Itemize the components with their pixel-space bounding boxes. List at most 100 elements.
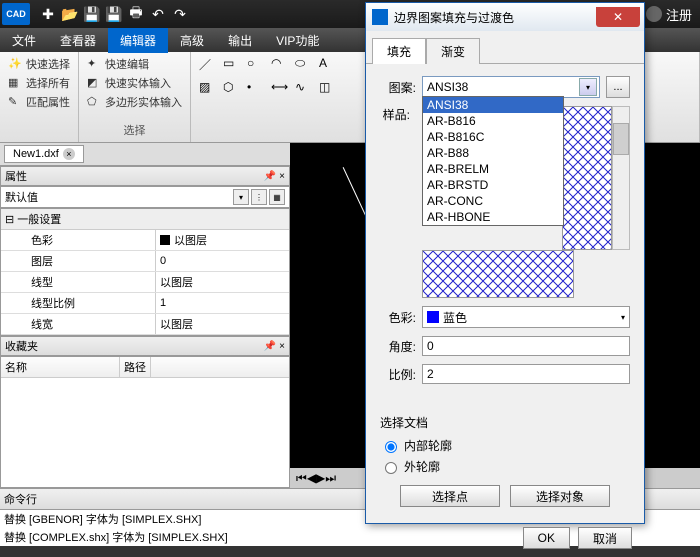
- radio-outer-input[interactable]: [385, 462, 397, 474]
- doc-group-title: 选择文档: [380, 414, 630, 431]
- tab-nav-prev-icon[interactable]: ◀: [307, 471, 316, 485]
- spline-icon[interactable]: ∿: [295, 80, 313, 98]
- color-value: 蓝色: [443, 309, 467, 326]
- color-label: 色彩:: [380, 309, 416, 326]
- tab-nav-last-icon[interactable]: ⏭: [325, 471, 336, 486]
- close-button[interactable]: ✕: [596, 7, 640, 27]
- dialog-footer: OK 取消: [366, 519, 644, 557]
- new-icon[interactable]: ✚: [38, 4, 58, 24]
- pattern-value: ANSI38: [427, 80, 468, 94]
- line-icon[interactable]: ／: [199, 56, 217, 74]
- more-icon[interactable]: ▦: [269, 189, 285, 205]
- quick-edit-btn[interactable]: ✦快速编辑: [87, 56, 182, 72]
- combo-option[interactable]: ANSI38: [423, 97, 563, 113]
- scale-label: 比例:: [380, 366, 416, 383]
- filter-icon[interactable]: ⋮: [251, 189, 267, 205]
- fav-columns: 名称 路径: [1, 357, 289, 378]
- saveas-icon[interactable]: 💾: [104, 4, 124, 24]
- menu-viewer[interactable]: 查看器: [48, 28, 108, 53]
- fav-col-path[interactable]: 路径: [120, 357, 151, 377]
- props-section[interactable]: ⊟ 一般设置: [1, 209, 289, 230]
- rect-icon[interactable]: ▭: [223, 56, 241, 74]
- menu-advanced[interactable]: 高级: [168, 28, 216, 53]
- dialog-body: 图案: ANSI38 ▾ ANSI38 AR-B816 AR-B816C AR-…: [366, 64, 644, 519]
- radio-inner-input[interactable]: [385, 441, 397, 453]
- cancel-button[interactable]: 取消: [578, 527, 632, 549]
- quick-access-toolbar: ✚ 📂 💾 💾 🖶 ↶ ↷: [38, 4, 190, 24]
- user-icon: [646, 6, 662, 22]
- prop-row[interactable]: 图层0: [1, 251, 289, 272]
- menu-file[interactable]: 文件: [0, 28, 48, 53]
- menu-output[interactable]: 输出: [216, 28, 264, 53]
- combo-option[interactable]: AR-BRSTD: [423, 177, 563, 193]
- chevron-down-icon[interactable]: ▾: [233, 189, 249, 205]
- combo-option[interactable]: AR-BRELM: [423, 161, 563, 177]
- preview-scrollbar[interactable]: [612, 106, 630, 250]
- save-icon[interactable]: 💾: [82, 4, 102, 24]
- scale-input[interactable]: [422, 364, 630, 384]
- open-icon[interactable]: 📂: [60, 4, 80, 24]
- pattern-combo[interactable]: ANSI38 ▾ ANSI38 AR-B816 AR-B816C AR-B88 …: [422, 76, 600, 98]
- chevron-down-icon[interactable]: ▾: [579, 78, 597, 96]
- ok-button[interactable]: OK: [523, 527, 570, 549]
- props-grid: ⊟ 一般设置 色彩以图层 图层0 线型以图层 线型比例1 线宽以图层: [0, 208, 290, 336]
- chevron-down-icon[interactable]: ▾: [621, 313, 625, 322]
- point-icon[interactable]: •: [247, 80, 265, 98]
- hatch-icon[interactable]: ▨: [199, 80, 217, 98]
- radio-outer[interactable]: 外轮廓: [380, 458, 630, 475]
- select-all-btn[interactable]: ▦选择所有: [8, 75, 70, 91]
- combo-option[interactable]: AR-B88: [423, 145, 563, 161]
- prop-row[interactable]: 线型以图层: [1, 272, 289, 293]
- filetab[interactable]: New1.dxf ×: [4, 145, 84, 163]
- combo-option[interactable]: AR-B816: [423, 113, 563, 129]
- color-swatch: [160, 235, 170, 245]
- radio-inner[interactable]: 内部轮廓: [380, 437, 630, 454]
- fav-col-name[interactable]: 名称: [1, 357, 120, 377]
- prop-row[interactable]: 线型比例1: [1, 293, 289, 314]
- tab-nav-next-icon[interactable]: ▶: [316, 471, 325, 485]
- text-icon[interactable]: A: [319, 56, 337, 74]
- pick-points-button[interactable]: 选择点: [400, 485, 500, 507]
- undo-icon[interactable]: ↶: [148, 4, 168, 24]
- dialog-titlebar[interactable]: 边界图案填充与过渡色 ✕: [366, 3, 644, 31]
- app-logo: CAD: [2, 3, 30, 25]
- prop-row[interactable]: 色彩以图层: [1, 230, 289, 251]
- close-icon[interactable]: ×: [63, 148, 75, 160]
- wand-icon: ✨: [8, 57, 22, 71]
- combo-option[interactable]: AR-B816C: [423, 129, 563, 145]
- hatch-preview: [562, 106, 612, 250]
- select-icon: ▦: [8, 76, 22, 90]
- ellipse-icon[interactable]: ⬭: [295, 56, 313, 74]
- circle-icon[interactable]: ○: [247, 56, 265, 74]
- tab-gradient[interactable]: 渐变: [426, 38, 480, 64]
- scroll-thumb[interactable]: [613, 123, 629, 155]
- tab-nav-first-icon[interactable]: ⏮: [296, 471, 307, 486]
- poly-solid-btn[interactable]: ⬠多边形实体输入: [87, 94, 182, 110]
- print-icon[interactable]: 🖶: [126, 4, 146, 24]
- redo-icon[interactable]: ↷: [170, 4, 190, 24]
- combo-option[interactable]: AR-CONC: [423, 193, 563, 209]
- block-icon[interactable]: ◫: [319, 80, 337, 98]
- register-link[interactable]: 注册: [646, 5, 692, 24]
- menu-editor[interactable]: 编辑器: [108, 28, 168, 53]
- tab-fill[interactable]: 填充: [372, 38, 426, 64]
- combo-option[interactable]: AR-HBONE: [423, 209, 563, 225]
- props-default-label: 默认值: [5, 189, 38, 205]
- poly-icon[interactable]: ⬡: [223, 80, 241, 98]
- pin-icon[interactable]: 📌 ×: [264, 171, 285, 182]
- dim-icon[interactable]: ⟷: [271, 80, 289, 98]
- menu-vip[interactable]: VIP功能: [264, 28, 331, 53]
- quick-select-btn[interactable]: ✨快速选择: [8, 56, 70, 72]
- arc-icon[interactable]: ◠: [271, 56, 289, 74]
- quick-solid-btn[interactable]: ◩快速实体输入: [87, 75, 182, 91]
- match-props-btn[interactable]: ✎匹配属性: [8, 94, 70, 110]
- props-default-combo[interactable]: 默认值 ▾⋮▦: [0, 186, 290, 208]
- color-swatch-blue: [427, 311, 439, 323]
- prop-row[interactable]: 线宽以图层: [1, 314, 289, 335]
- angle-input[interactable]: [422, 336, 630, 356]
- pin-icon[interactable]: 📌 ×: [264, 341, 285, 352]
- color-combo[interactable]: 蓝色 ▾: [422, 306, 630, 328]
- hatch-preview-wide: [422, 250, 574, 298]
- pick-objects-button[interactable]: 选择对象: [510, 485, 610, 507]
- browse-button[interactable]: ...: [606, 76, 630, 98]
